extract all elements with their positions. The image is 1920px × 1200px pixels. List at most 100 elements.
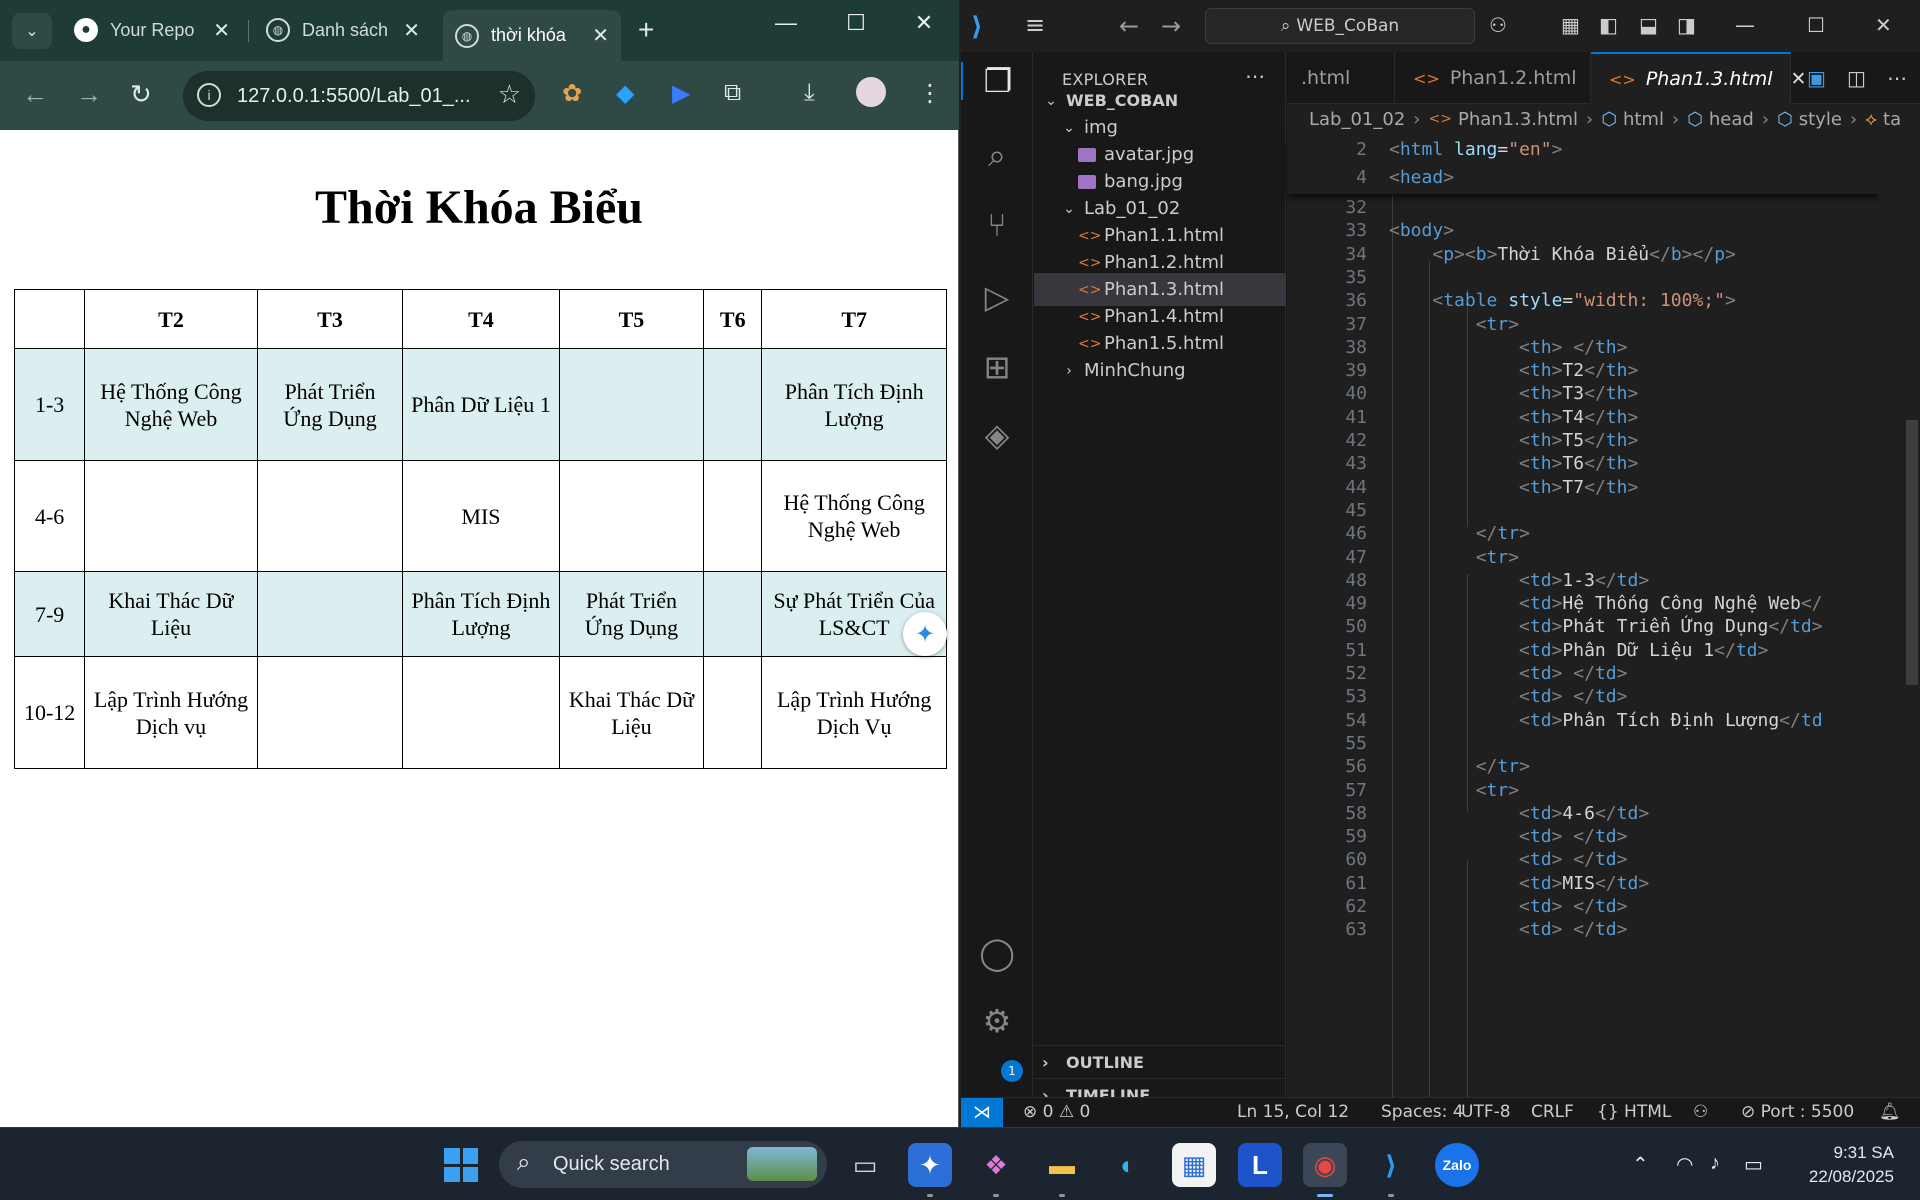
run-debug-icon[interactable]: ▷ xyxy=(961,278,1033,316)
water-drop-extension-icon[interactable]: ◆ xyxy=(616,79,634,108)
account-icon[interactable]: ◯ xyxy=(961,934,1033,972)
folder-item[interactable]: › MinhChung xyxy=(1034,354,1286,387)
scrollbar-thumb[interactable] xyxy=(1906,420,1918,685)
code-line[interactable]: 56 </tr> xyxy=(1287,755,1879,778)
close-window-button[interactable]: ✕ xyxy=(904,10,944,36)
more-menu-icon[interactable]: ⋮ xyxy=(918,79,942,108)
wifi-icon[interactable]: ◠ xyxy=(1676,1152,1693,1177)
download-icon[interactable]: ⤓ xyxy=(804,79,815,107)
code-line[interactable]: 33 <body> xyxy=(1287,219,1879,242)
live-server-status[interactable]: ⊘ Port : 5500 xyxy=(1741,1102,1854,1122)
tab-search-button[interactable]: ⌄ xyxy=(12,13,52,49)
sticky-scroll[interactable]: 2 <html lang="en"> 4 <head> xyxy=(1287,136,1879,194)
breadcrumb-item[interactable]: style xyxy=(1799,109,1842,130)
tab-danh-sach[interactable]: ◍ Danh sách ✕ xyxy=(254,10,432,50)
copilot-pre-icon[interactable]: ✦ xyxy=(908,1143,952,1197)
code-line[interactable]: 63 <td> </td> xyxy=(1287,918,1879,941)
start-button[interactable] xyxy=(444,1148,478,1182)
breadcrumb-item[interactable]: Phan1.3.html xyxy=(1458,109,1578,130)
tab-thoi-khoa-bieu[interactable]: ◍ thời khóa ✕ xyxy=(443,10,621,61)
breadcrumb-item[interactable]: Lab_01_02 xyxy=(1309,109,1405,130)
close-tab-icon[interactable]: ✕ xyxy=(1791,68,1807,90)
file-explorer-icon[interactable]: ▬ xyxy=(1040,1143,1084,1197)
code-line[interactable]: 57 <tr> xyxy=(1287,779,1879,802)
address-bar[interactable]: i 127.0.0.1:5500/Lab_01_... ☆ xyxy=(183,71,535,121)
code-line[interactable]: 35 xyxy=(1287,266,1879,289)
line-ending[interactable]: CRLF xyxy=(1531,1102,1574,1122)
code-line[interactable]: 61 <td>MIS</td> xyxy=(1287,872,1879,895)
profile-avatar[interactable] xyxy=(856,77,886,107)
cursor-position[interactable]: Ln 15, Col 12 xyxy=(1237,1102,1349,1122)
extensions-puzzle-icon[interactable]: ⧉ xyxy=(724,79,741,107)
python-icon[interactable]: ◈ xyxy=(961,416,1033,454)
code-line[interactable]: 59 <td> </td> xyxy=(1287,825,1879,848)
code-line[interactable]: 32 xyxy=(1287,196,1879,219)
close-icon[interactable]: ✕ xyxy=(592,23,609,48)
battery-icon[interactable]: ▭ xyxy=(1744,1152,1763,1177)
code-line[interactable]: 37 <tr> xyxy=(1287,313,1879,336)
toggle-sidebar-icon[interactable]: ◧ xyxy=(1599,13,1618,37)
toggle-secondary-sidebar-icon[interactable]: ◨ xyxy=(1677,13,1696,37)
code-line[interactable]: 42 <th>T5</th> xyxy=(1287,429,1879,452)
problems-indicator[interactable]: ⊗ 0 ⚠ 0 xyxy=(1023,1102,1090,1122)
maximize-button[interactable]: ☐ xyxy=(836,10,876,36)
code-line[interactable]: 58 <td>4-6</td> xyxy=(1287,802,1879,825)
edge-browser-icon[interactable]: ◐ xyxy=(1106,1143,1150,1187)
copilot-status-icon[interactable]: ⚇ xyxy=(1693,1102,1708,1122)
notifications-bell-icon[interactable]: 🔔︎ xyxy=(1879,1102,1901,1122)
sticky-line[interactable]: 2 <html lang="en"> xyxy=(1287,136,1879,164)
editor-tab[interactable]: .html xyxy=(1283,52,1395,104)
indentation[interactable]: Spaces: 4 xyxy=(1381,1102,1464,1122)
code-line[interactable]: 48 <td>1-3</td> xyxy=(1287,569,1879,592)
code-line[interactable]: 60 <td> </td> xyxy=(1287,848,1879,871)
code-line[interactable]: 51 <td>Phân Dữ Liệu 1</td> xyxy=(1287,639,1879,662)
code-line[interactable]: 52 <td> </td> xyxy=(1287,662,1879,685)
code-line[interactable]: 43 <th>T6</th> xyxy=(1287,452,1879,475)
new-tab-button[interactable]: + xyxy=(638,14,654,46)
zalo-icon[interactable]: Zalo xyxy=(1435,1143,1479,1187)
source-control-icon[interactable]: ⑂ xyxy=(961,206,1033,244)
task-view-icon[interactable]: ▭ xyxy=(843,1143,887,1187)
system-clock[interactable]: 9:31 SA 22/08/2025 xyxy=(1794,1141,1894,1189)
code-editor[interactable]: 32 33 <body> 34 <p><b>Thời Khóa Biểu</b></p… xyxy=(1287,136,1879,1097)
layout-customize-icon[interactable]: ▦ xyxy=(1561,13,1580,37)
code-line[interactable]: 55 xyxy=(1287,732,1879,755)
close-window-button[interactable]: ✕ xyxy=(1875,13,1892,37)
code-line[interactable]: 36 <table style="width: 100%;"> xyxy=(1287,289,1879,312)
play-extension-icon[interactable]: ▶ xyxy=(672,79,690,108)
breadcrumb-item[interactable]: head xyxy=(1709,109,1754,130)
remote-indicator-icon[interactable]: ⋊ xyxy=(961,1098,1003,1128)
microsoft-store-icon[interactable]: ▦ xyxy=(1172,1143,1216,1187)
minimap[interactable] xyxy=(1879,134,1920,1095)
taskbar-search[interactable]: ⌕ Quick search xyxy=(499,1141,827,1188)
code-line[interactable]: 40 <th>T3</th> xyxy=(1287,382,1879,405)
search-icon[interactable]: ⌕ xyxy=(961,136,1033,175)
l-app-icon[interactable]: L xyxy=(1238,1143,1282,1187)
code-line[interactable]: 46 </tr> xyxy=(1287,522,1879,545)
code-line[interactable]: 54 <td>Phân Tích Định Lượng</td xyxy=(1287,709,1879,732)
cookie-extension-icon[interactable]: ✿ xyxy=(562,79,582,108)
code-line[interactable]: 49 <td>Hệ Thống Công Nghệ Web</ xyxy=(1287,592,1879,615)
site-info-icon[interactable]: i xyxy=(197,83,221,107)
code-line[interactable]: 53 <td> </td> xyxy=(1287,685,1879,708)
reload-button[interactable]: ↻ xyxy=(130,79,152,110)
code-line[interactable]: 41 <th>T4</th> xyxy=(1287,406,1879,429)
volume-icon[interactable]: ♪ xyxy=(1710,1152,1720,1175)
copilot-icon[interactable]: ⚇ xyxy=(1489,13,1507,37)
split-editor-icon[interactable]: ◫ xyxy=(1847,66,1866,90)
close-icon[interactable]: ✕ xyxy=(213,18,230,43)
outline-section[interactable]: › OUTLINE xyxy=(1034,1045,1286,1078)
code-line[interactable]: 34 <p><b>Thời Khóa Biểu</b></p> xyxy=(1287,243,1879,266)
breadcrumb-item[interactable]: ta xyxy=(1883,109,1901,130)
settings-gear-icon[interactable]: ⚙ xyxy=(961,1002,1033,1040)
minimize-button[interactable]: — xyxy=(766,10,806,36)
maximize-button[interactable]: ☐ xyxy=(1807,13,1825,37)
code-line[interactable]: 39 <th>T2</th> xyxy=(1287,359,1879,382)
menu-icon[interactable]: ≡ xyxy=(1025,11,1045,39)
editor-tab[interactable]: <> Phan1.2.html xyxy=(1395,52,1591,104)
sparkle-drop-icon[interactable]: ✦ xyxy=(903,612,947,656)
code-line[interactable]: 62 <td> </td> xyxy=(1287,895,1879,918)
back-button[interactable]: ← xyxy=(22,79,48,110)
breadcrumb-item[interactable]: html xyxy=(1623,109,1664,130)
chrome-icon[interactable]: ◉ xyxy=(1303,1143,1347,1197)
